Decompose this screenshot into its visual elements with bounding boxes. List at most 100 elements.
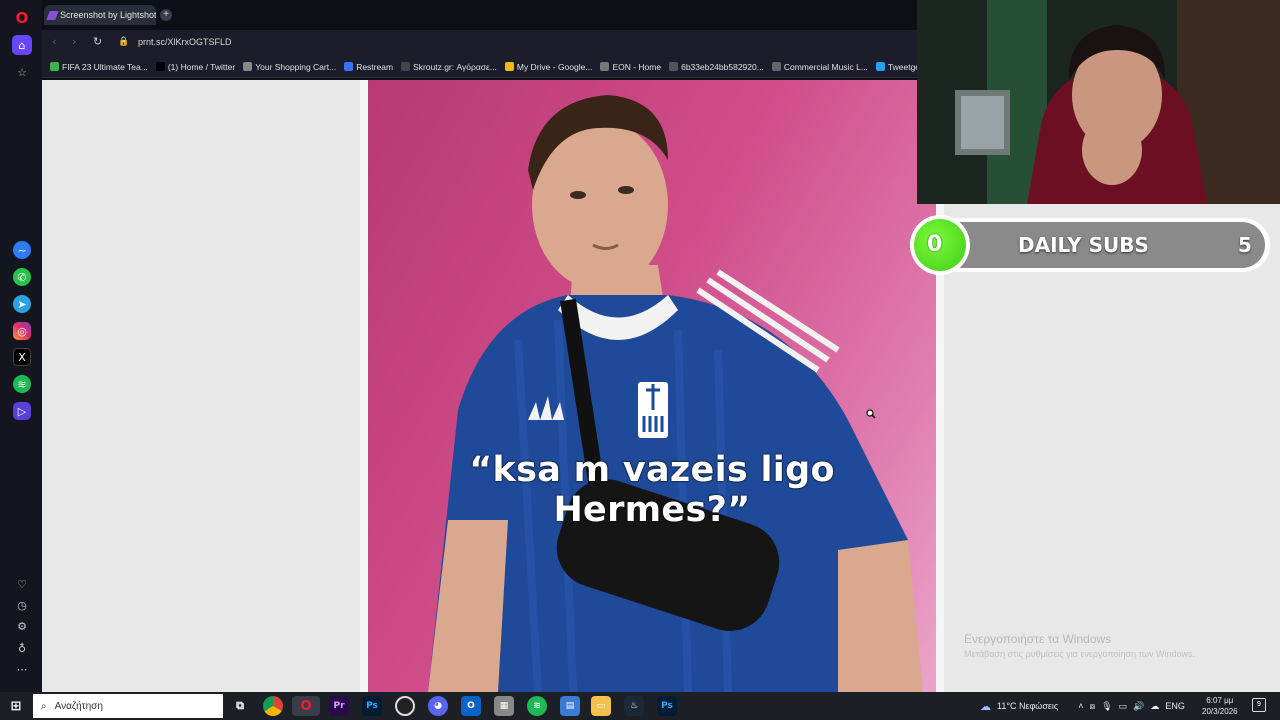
premiere-icon[interactable]: Pr bbox=[329, 696, 349, 716]
subs-label: DAILY SUBS bbox=[1018, 233, 1149, 257]
outlook-icon[interactable]: O bbox=[461, 696, 481, 716]
weather-icon: ☁ bbox=[980, 700, 991, 713]
instagram-icon[interactable]: ◎ bbox=[13, 322, 31, 340]
bookmark-label: Commercial Music L... bbox=[783, 61, 868, 72]
settings-icon[interactable]: ⚙ bbox=[13, 617, 31, 635]
bookmark-label: EON - Home bbox=[612, 61, 662, 72]
chrome-icon[interactable] bbox=[263, 696, 283, 716]
person-illustration bbox=[428, 95, 923, 692]
bookmarks-bar: FIFA 23 Ultimate Tea... (1) Home / Twitte… bbox=[42, 56, 917, 78]
tray-app-icon[interactable]: ⧈ bbox=[1090, 701, 1096, 712]
more-icon[interactable]: ⋯ bbox=[13, 660, 31, 678]
start-icon[interactable]: ⊞ bbox=[6, 696, 26, 716]
system-tray: ☁ 11°C Νεφώσεις ˄ ⧈ 🎙 ▭ 🔊 ☁ ENG bbox=[980, 692, 1185, 720]
tray-chevron-icon[interactable]: ˄ bbox=[1078, 701, 1083, 711]
player-icon[interactable]: ▷ bbox=[13, 402, 31, 420]
subs-goal: 5 bbox=[1238, 233, 1252, 257]
bookmark-label: Your Shopping Cart... bbox=[255, 61, 337, 72]
obs-icon[interactable] bbox=[395, 696, 415, 716]
language-indicator[interactable]: ENG bbox=[1165, 701, 1185, 711]
spotify-icon[interactable]: ≋ bbox=[13, 375, 31, 393]
new-tab-button[interactable]: + bbox=[160, 9, 172, 21]
tab-active[interactable]: Screenshot by Lightshot bbox=[44, 5, 156, 25]
screen-icon[interactable]: ▭ bbox=[1119, 701, 1128, 712]
bookmark-item[interactable]: 6b33eb24bb582920... bbox=[669, 62, 764, 72]
mic-icon[interactable]: 🎙 bbox=[1101, 701, 1112, 712]
clock-date: 20/3/2026 bbox=[1202, 707, 1238, 716]
daily-subs-widget: 0 DAILY SUBS 5 bbox=[910, 215, 1270, 275]
bookmark-favicon-icon bbox=[243, 62, 253, 71]
bookmark-label: Tweetgen - bbox=[887, 61, 917, 72]
home-icon[interactable]: ⌂ bbox=[12, 35, 32, 55]
bookmark-label: 6b33eb24bb582920... bbox=[681, 61, 764, 72]
streamer-illustration bbox=[917, 0, 1280, 204]
bookmark-item[interactable]: Restream bbox=[344, 62, 393, 72]
steam-icon[interactable]: ♨ bbox=[624, 696, 644, 716]
bookmark-favicon-icon bbox=[50, 62, 59, 71]
search-icon: ⌕ bbox=[41, 700, 47, 712]
history-icon[interactable]: ◷ bbox=[13, 596, 31, 614]
search-placeholder: Αναζήτηση bbox=[54, 700, 103, 712]
network-icon[interactable]: ☁ bbox=[1150, 701, 1159, 712]
opera-logo-icon[interactable]: O bbox=[13, 9, 31, 27]
bookmark-item[interactable]: Your Shopping Cart... bbox=[243, 62, 336, 72]
spotify-taskbar-icon[interactable]: ≋ bbox=[527, 696, 547, 716]
star-icon[interactable]: ☆ bbox=[13, 63, 31, 81]
taskbar-search[interactable]: ⌕ Αναζήτηση bbox=[33, 694, 223, 718]
windows-taskbar: ⊞ ⌕ Αναζήτηση ⧉ O Pr Ps ◕ O ▦ ≋ ▤ ▭ ♨ Ps… bbox=[0, 692, 1280, 720]
photoshop-icon[interactable]: Ps bbox=[362, 696, 382, 716]
messenger-icon[interactable]: ~ bbox=[13, 241, 31, 259]
x-icon[interactable]: X bbox=[13, 348, 31, 366]
url-field[interactable]: prnt.sc/XlKrxOGTSFLD bbox=[138, 37, 232, 47]
bookmark-favicon-icon bbox=[401, 62, 411, 71]
bookmark-label: My Drive - Google... bbox=[516, 61, 593, 72]
bookmark-item[interactable]: (1) Home / Twitter bbox=[155, 61, 236, 72]
tab-title: Screenshot by Lightshot bbox=[60, 10, 156, 20]
screenshot-image[interactable]: “ksa m vazeis ligo Hermes?” bbox=[368, 80, 936, 692]
bookmark-item[interactable]: FIFA 23 Ultimate Tea... bbox=[50, 62, 148, 72]
telegram-icon[interactable]: ➤ bbox=[13, 295, 31, 313]
taskbar-clock[interactable]: 6:07 μμ 20/3/2026 bbox=[1202, 695, 1238, 717]
app-icon[interactable]: ▦ bbox=[494, 696, 514, 716]
task-view-icon[interactable]: ⧉ bbox=[230, 696, 250, 716]
app2-icon[interactable]: ▤ bbox=[560, 696, 580, 716]
image-border-left bbox=[360, 80, 368, 692]
whatsapp-icon[interactable]: ✆ bbox=[13, 268, 31, 286]
zoom-cursor-icon bbox=[866, 406, 876, 419]
bookmark-favicon-icon bbox=[669, 62, 679, 71]
tab-bar: Screenshot by Lightshot + bbox=[42, 0, 917, 30]
discord-icon[interactable]: ◕ bbox=[428, 696, 448, 716]
bookmark-favicon-icon bbox=[875, 62, 885, 71]
address-bar: ‹ › ↻ 🔒 prnt.sc/XlKrxOGTSFLD bbox=[42, 30, 917, 56]
photoshop2-icon[interactable]: Ps bbox=[657, 696, 677, 716]
heart-icon[interactable]: ♡ bbox=[13, 575, 31, 593]
bookmark-item[interactable]: EON - Home bbox=[600, 62, 661, 72]
volume-icon[interactable]: 🔊 bbox=[1133, 701, 1144, 712]
bookmark-label: Restream bbox=[356, 61, 394, 72]
file-explorer-icon[interactable]: ▭ bbox=[591, 696, 611, 716]
bookmark-item[interactable]: Tweetgen - bbox=[875, 61, 917, 72]
notifications-icon[interactable]: 9 bbox=[1252, 698, 1266, 712]
bookmark-item[interactable]: My Drive - Google... bbox=[504, 61, 593, 72]
weather-text[interactable]: 11°C Νεφώσεις bbox=[997, 701, 1058, 711]
meme-caption: “ksa m vazeis ligo Hermes?” bbox=[469, 450, 835, 530]
bookmark-favicon-icon bbox=[155, 62, 165, 71]
lightbulb-icon[interactable]: ♁ bbox=[13, 639, 31, 657]
bookmark-item[interactable]: Commercial Music L... bbox=[771, 61, 868, 72]
subs-current: 0 bbox=[927, 232, 943, 257]
bookmark-item[interactable]: Skroutz.gr: Αγόρασε... bbox=[401, 62, 497, 72]
forward-icon[interactable]: › bbox=[72, 35, 76, 48]
clock-time: 6:07 μμ bbox=[1206, 696, 1234, 705]
windows-activation-watermark: Ενεργοποιήστε τα Windows Μετάβαση στις ρ… bbox=[964, 632, 1195, 659]
bookmark-label: (1) Home / Twitter bbox=[167, 61, 236, 72]
lightshot-icon bbox=[46, 11, 59, 20]
bookmark-favicon-icon bbox=[344, 62, 354, 71]
reload-icon[interactable]: ↻ bbox=[93, 35, 102, 48]
lock-icon: 🔒 bbox=[118, 37, 130, 47]
back-icon[interactable]: ‹ bbox=[52, 35, 56, 48]
bookmark-favicon-icon bbox=[771, 62, 781, 71]
browser-sidebar: O ⌂ ☆ ~ ✆ ➤ ◎ X ≋ ▷ ♡ ◷ ⚙ ♁ ⋯ bbox=[0, 0, 42, 692]
watermark-subtitle: Μετάβαση στις ρυθμίσεις για ενεργοποίηση… bbox=[964, 649, 1196, 659]
opera-icon[interactable]: O bbox=[292, 696, 320, 716]
bookmark-favicon-icon bbox=[504, 62, 514, 71]
